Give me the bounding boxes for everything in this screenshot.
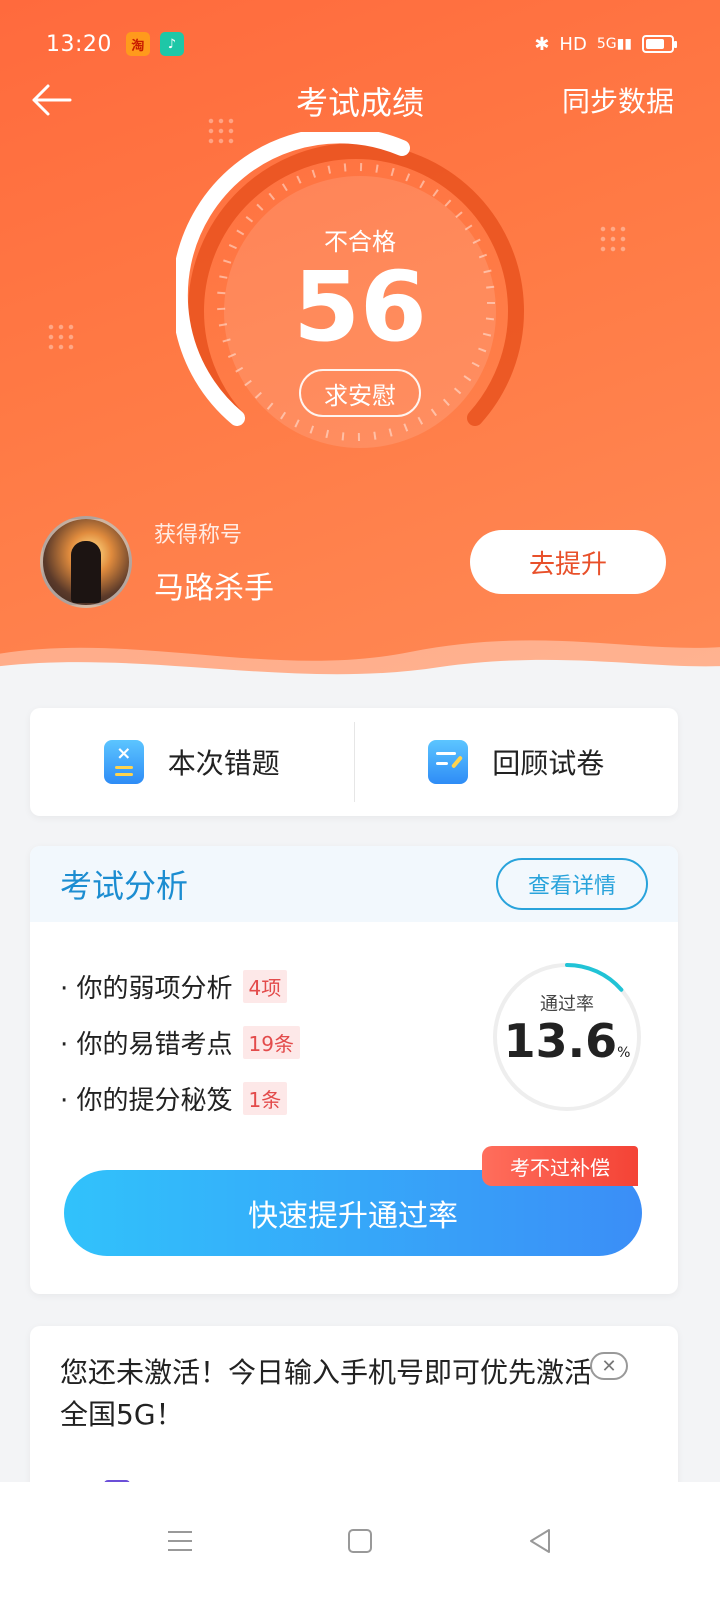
improve-button[interactable]: 去提升 — [470, 530, 666, 594]
count-badge: 19条 — [242, 1025, 300, 1059]
wave-decoration — [0, 640, 720, 700]
battery-icon — [642, 35, 677, 53]
compensation-badge: 考不过补偿 — [482, 1146, 638, 1186]
comfort-button[interactable]: 求安慰 — [299, 369, 421, 417]
pass-rate-ring: 通过率 13.6% — [490, 960, 644, 1114]
promo-text: 您还未激活！今日输入手机号即可优先激活全国5G！ — [60, 1356, 593, 1431]
system-navigation-bar — [0, 1482, 720, 1600]
count-badge: 4项 — [242, 969, 288, 1003]
wrong-questions-icon: × — [103, 740, 144, 784]
list-item[interactable]: · 你的提分秘笈 1条 — [60, 1070, 300, 1126]
taobao-icon: 淘 — [125, 32, 150, 56]
pass-rate-label: 通过率 — [540, 994, 594, 1015]
analysis-item-label: · 你的易错考点 — [60, 1029, 233, 1060]
wrong-questions-label: 本次错题 — [167, 747, 280, 780]
music-icon: ♪ — [159, 32, 184, 56]
status-bar: 13:20 淘 ♪ ✱ HD 5G▮▮ — [46, 26, 677, 62]
title-label: 获得称号 — [154, 523, 243, 548]
top-nav: 考试成绩 同步数据 — [0, 72, 720, 128]
signal-label: 5G — [596, 36, 617, 52]
review-paper-label: 回顾试卷 — [492, 747, 605, 780]
analysis-header: 考试分析 查看详情 — [30, 846, 678, 922]
signal-icon: 5G▮▮ — [596, 36, 632, 52]
sync-data-button[interactable]: 同步数据 — [562, 80, 674, 120]
status-time: 13:20 — [46, 31, 112, 57]
review-paper-icon — [428, 740, 469, 784]
analysis-list: · 你的弱项分析 4项 · 你的易错考点 19条 · 你的提分秘笈 1条 — [60, 958, 300, 1126]
count-badge: 1条 — [242, 1081, 288, 1115]
user-title-row: 获得称号 马路杀手 — [40, 514, 274, 610]
analysis-item-label: · 你的提分秘笈 — [60, 1085, 233, 1116]
back-icon[interactable] — [520, 1521, 560, 1561]
analysis-item-label: · 你的弱项分析 — [60, 973, 233, 1004]
activation-promo-card[interactable]: 您还未激活！今日输入手机号即可优先激活全国5G！ ✕ — [30, 1326, 678, 1506]
pass-rate-value: 13.6% — [503, 1014, 631, 1068]
list-item[interactable]: · 你的易错考点 19条 — [60, 1014, 300, 1070]
list-item[interactable]: · 你的弱项分析 4项 — [60, 958, 300, 1014]
network-label: HD — [559, 33, 587, 55]
score-value: 56 — [293, 251, 427, 363]
exam-analysis-card: 考试分析 查看详情 · 你的弱项分析 4项 · 你的易错考点 19条 · 你的提… — [30, 846, 678, 1294]
bluetooth-icon: ✱ — [534, 33, 550, 55]
analysis-title: 考试分析 — [60, 867, 189, 905]
close-icon[interactable]: ✕ — [590, 1352, 628, 1380]
wrong-questions-button[interactable]: × 本次错题 — [30, 708, 354, 816]
home-icon[interactable] — [340, 1521, 380, 1561]
review-paper-button[interactable]: 回顾试卷 — [355, 708, 679, 816]
user-title: 马路杀手 — [154, 571, 274, 606]
decoration-dots — [598, 224, 628, 254]
quick-actions-card: × 本次错题 回顾试卷 — [30, 708, 678, 816]
score-panel: 不合格 56 求安慰 — [224, 176, 496, 448]
menu-icon[interactable] — [160, 1521, 200, 1561]
decoration-dots — [46, 322, 76, 352]
view-details-button[interactable]: 查看详情 — [496, 858, 648, 910]
avatar[interactable] — [40, 516, 132, 608]
